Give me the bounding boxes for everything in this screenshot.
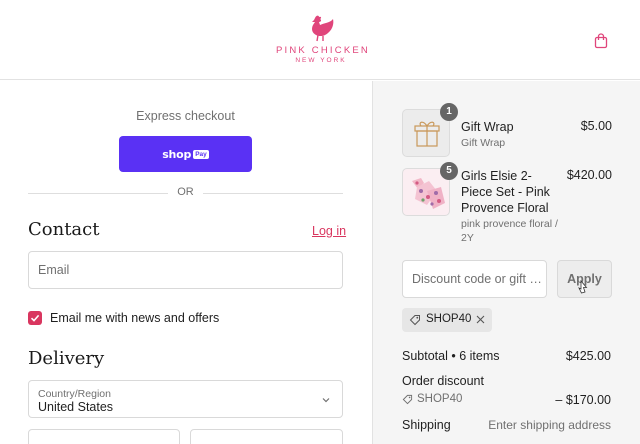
first-name-field[interactable]: [28, 429, 180, 444]
order-item: 5 Girls Elsie 2-Piece Set - Pink Provenc…: [402, 162, 612, 248]
checkmark-icon: [30, 314, 40, 322]
shop-pay-button[interactable]: shop Pay: [119, 136, 252, 172]
discount-code-input[interactable]: Discount code or gift …: [402, 260, 547, 298]
quantity-badge: 1: [440, 103, 458, 121]
brand-logo[interactable]: PINK CHICKEN NEW YORK: [276, 14, 370, 66]
shopping-bag-icon[interactable]: [592, 32, 610, 50]
shipping-label: Shipping: [402, 418, 451, 432]
order-summary: 1 Gift Wrap Gift Wrap $5.00 5 Girls Elsi…: [372, 81, 640, 444]
checkout-form: Express checkout shop Pay OR Contact Log…: [0, 81, 372, 444]
item-price: $420.00: [566, 168, 612, 182]
subtotal-value: $425.00: [565, 349, 611, 363]
item-price: $5.00: [580, 119, 612, 133]
order-discount-code: SHOP40: [417, 393, 463, 405]
item-thumbnail: 1: [402, 103, 458, 157]
chicken-logo-icon: [312, 15, 334, 42]
brand-name: PINK CHICKEN: [276, 45, 370, 56]
item-name: Girls Elsie 2-Piece Set - Pink Provence …: [461, 169, 550, 215]
country-value: United States: [38, 400, 114, 414]
item-variant: pink provence floral / 2Y: [461, 218, 558, 244]
subtotal-label: Subtotal • 6 items: [402, 349, 500, 363]
order-discount-value: – $170.00: [555, 393, 611, 407]
tag-icon: [402, 394, 413, 405]
tag-icon: [409, 315, 420, 326]
or-label: OR: [177, 186, 194, 198]
item-name: Gift Wrap: [461, 120, 514, 134]
item-thumbnail: 5: [402, 162, 458, 216]
newsletter-label: Email me with news and offers: [50, 311, 220, 325]
item-variant: Gift Wrap: [461, 137, 506, 149]
country-select[interactable]: Country/Region United States: [28, 380, 343, 418]
order-discount-label: Order discount: [402, 374, 484, 388]
delivery-heading: Delivery: [28, 348, 105, 369]
last-name-field[interactable]: [190, 429, 343, 444]
applied-discount-code: SHOP40: [426, 313, 472, 325]
email-field[interactable]: Email: [28, 251, 343, 289]
or-divider: OR: [28, 186, 343, 200]
checkout-header: PINK CHICKEN NEW YORK: [0, 0, 640, 80]
express-checkout-title: Express checkout: [136, 109, 235, 123]
shop-pay-badge: Pay: [193, 149, 209, 159]
shop-pay-word: shop: [162, 147, 192, 161]
login-link[interactable]: Log in: [312, 224, 346, 238]
order-item: 1 Gift Wrap Gift Wrap $5.00: [402, 103, 612, 159]
quantity-badge: 5: [440, 162, 458, 180]
remove-discount-icon[interactable]: [475, 314, 486, 325]
pointer-cursor-icon: [578, 280, 588, 294]
newsletter-checkbox[interactable]: [28, 311, 42, 325]
brand-subtitle: NEW YORK: [295, 57, 347, 64]
contact-heading: Contact: [28, 219, 100, 240]
chevron-down-icon: [322, 398, 330, 403]
applied-discount-tag: SHOP40: [402, 308, 492, 332]
email-placeholder: Email: [38, 263, 70, 277]
country-label: Country/Region: [38, 388, 111, 400]
shipping-value: Enter shipping address: [488, 418, 611, 432]
discount-placeholder: Discount code or gift …: [412, 272, 542, 286]
